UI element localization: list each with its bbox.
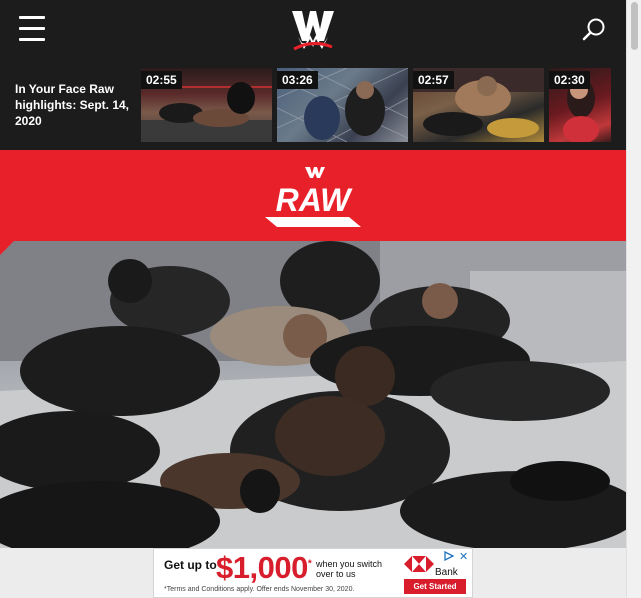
ad-lead-text: Get up to (164, 558, 217, 572)
ad-amount: $1,000* (216, 550, 312, 585)
raw-logo[interactable]: RAW (263, 165, 363, 227)
video-thumbnail[interactable]: 03:26 (277, 68, 408, 142)
ad-bar: Get up to $1,000* when you switch over t… (0, 548, 626, 598)
video-thumbnail[interactable]: 02:55 (141, 68, 272, 142)
hamburger-menu-icon[interactable] (19, 16, 45, 42)
ad-bank-name: Bank (435, 567, 458, 578)
strip-title[interactable]: In Your Face Raw highlights: Sept. 14, 2… (15, 81, 133, 129)
video-duration: 03:26 (277, 71, 318, 89)
hero-image[interactable] (0, 241, 626, 548)
ad-subtext: when you switch over to us (316, 559, 383, 579)
video-thumbnail[interactable]: 02:57 (413, 68, 544, 142)
raw-logo-text: RAW (276, 182, 353, 218)
video-duration: 02:55 (141, 71, 182, 89)
video-duration: 02:57 (413, 71, 454, 89)
raw-banner: RAW (0, 150, 626, 241)
search-icon[interactable] (582, 17, 606, 41)
hero-corner-accent (0, 241, 14, 255)
get-started-button[interactable]: Get Started (404, 579, 466, 594)
top-navigation-bar (0, 0, 626, 60)
video-highlights-strip: In Your Face Raw highlights: Sept. 14, 2… (0, 60, 626, 150)
page: In Your Face Raw highlights: Sept. 14, 2… (0, 0, 626, 598)
superstars-lying-on-floor-photo (0, 241, 626, 548)
video-thumbnail[interactable]: 02:30 (549, 68, 611, 142)
wwe-logo-icon (305, 167, 325, 178)
video-duration: 02:30 (549, 71, 590, 89)
ad-close-icon[interactable]: ✕ (459, 550, 468, 563)
advertisement[interactable]: Get up to $1,000* when you switch over t… (153, 548, 473, 598)
scrollbar-thumb[interactable] (631, 2, 638, 50)
adchoices-icon[interactable] (444, 551, 454, 561)
page-scrollbar[interactable] (626, 0, 641, 598)
ad-terms: *Terms and Conditions apply. Offer ends … (164, 586, 355, 593)
bank-logo-icon (404, 556, 434, 572)
wwe-logo-icon[interactable] (290, 9, 336, 52)
